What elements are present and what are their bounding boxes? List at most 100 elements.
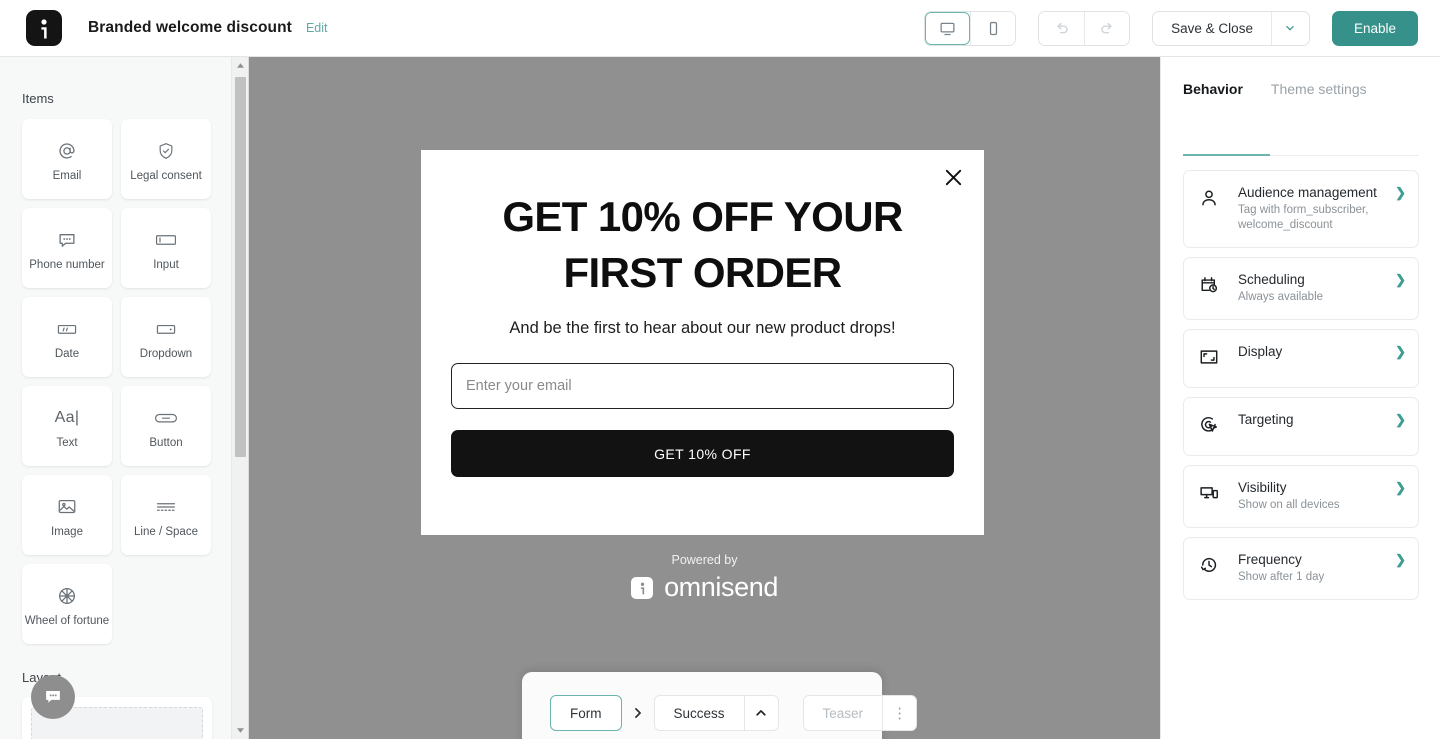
tab-form[interactable]: Form	[550, 695, 622, 731]
item-button[interactable]: Button	[121, 386, 211, 466]
omnisend-brand: omnisend	[631, 572, 778, 603]
close-icon[interactable]	[938, 162, 968, 192]
desktop-icon[interactable]	[925, 11, 971, 45]
tab-theme-settings[interactable]: Theme settings	[1271, 81, 1367, 110]
behavior-card-text: Frequency Show after 1 day	[1238, 552, 1406, 585]
behavior-card-text: Scheduling Always available	[1238, 272, 1406, 305]
settings-tabs: Behavior Theme settings	[1183, 81, 1440, 110]
email-field[interactable]: Enter your email	[451, 363, 954, 409]
chevron-down-icon[interactable]	[1270, 11, 1309, 45]
item-image[interactable]: Image	[22, 475, 112, 555]
chat-bubble-icon[interactable]	[31, 675, 75, 719]
item-date[interactable]: Date	[22, 297, 112, 377]
tab-teaser[interactable]: Teaser	[802, 695, 883, 731]
item-input[interactable]: Input	[121, 208, 211, 288]
device-preview-toggle	[924, 10, 1017, 46]
top-toolbar-actions: Save & Close Enable	[924, 10, 1418, 46]
item-email[interactable]: Email	[22, 119, 112, 199]
scroll-down-arrow-icon[interactable]	[232, 722, 249, 739]
item-label: Image	[51, 525, 83, 538]
tab-behavior[interactable]: Behavior	[1183, 81, 1243, 110]
powered-by-omnisend: Powered by omnisend	[249, 553, 1160, 603]
chevron-right-icon[interactable]: ❯	[1395, 552, 1406, 568]
submit-button[interactable]: GET 10% OFF	[451, 430, 954, 477]
behavior-card-title: Visibility	[1238, 480, 1287, 495]
mobile-icon[interactable]	[970, 11, 1016, 45]
person-icon	[1198, 185, 1238, 233]
tab-success[interactable]: Success	[653, 695, 744, 731]
behavior-card-display[interactable]: Display ❯	[1183, 329, 1419, 388]
item-label: Line / Space	[134, 525, 198, 538]
enable-button[interactable]: Enable	[1331, 10, 1418, 46]
omnisend-logo-icon	[631, 576, 654, 599]
item-text[interactable]: Aa| Text	[22, 386, 112, 466]
item-dropdown[interactable]: Dropdown	[121, 297, 211, 377]
behavior-card-list: Audience management Tag with form_subscr…	[1183, 170, 1419, 609]
item-label: Email	[52, 169, 82, 182]
behavior-card-subtitle: Tag with form_subscriber, welcome_discou…	[1238, 204, 1369, 231]
right-settings-panel: Behavior Theme settings Audience managem…	[1160, 57, 1440, 739]
chevron-right-icon[interactable]: ❯	[1395, 185, 1406, 201]
popup-subtext[interactable]: And be the first to hear about our new p…	[451, 319, 954, 338]
behavior-card-text: Visibility Show on all devices	[1238, 480, 1406, 513]
aa-glyph: Aa|	[54, 408, 80, 426]
behavior-card-title: Display	[1238, 344, 1283, 359]
item-line-space[interactable]: Line / Space	[121, 475, 211, 555]
chevron-up-icon[interactable]	[743, 695, 779, 731]
behavior-card-visibility[interactable]: Visibility Show on all devices ❯	[1183, 465, 1419, 528]
chevron-right-icon[interactable]: ❯	[1395, 480, 1406, 496]
left-items-panel: Items Email Legal consent Phone number I…	[0, 57, 232, 739]
shield-check-icon	[156, 138, 176, 164]
active-tab-underline	[1183, 154, 1270, 156]
behavior-card-targeting[interactable]: Targeting ❯	[1183, 397, 1419, 456]
display-frame-icon	[1198, 344, 1238, 373]
behavior-card-subtitle: Always available	[1238, 291, 1324, 303]
chevron-right-icon[interactable]: ❯	[1395, 412, 1406, 428]
history-controls	[1038, 10, 1131, 46]
more-vertical-icon[interactable]: ⋮	[882, 695, 918, 731]
behavior-card-subtitle: Show after 1 day	[1238, 571, 1325, 583]
scrollbar-thumb[interactable]	[235, 77, 246, 457]
message-bubble-icon	[56, 227, 78, 253]
item-wheel-of-fortune[interactable]: Wheel of fortune	[22, 564, 112, 644]
app-root: Branded welcome discount Edit Save & Clo…	[0, 0, 1440, 739]
image-icon	[56, 494, 78, 520]
powered-by-label: Powered by	[671, 553, 738, 567]
item-label: Phone number	[29, 258, 105, 271]
popup-form: GET 10% OFF YOUR FIRST ORDER And be the …	[421, 150, 984, 535]
item-phone-number[interactable]: Phone number	[22, 208, 112, 288]
behavior-card-title: Targeting	[1238, 412, 1294, 427]
teaser-combo: Teaser ⋮	[802, 695, 918, 731]
omnisend-logo-icon[interactable]	[26, 10, 62, 46]
undo-icon[interactable]	[1039, 11, 1085, 45]
behavior-card-scheduling[interactable]: Scheduling Always available ❯	[1183, 257, 1419, 320]
item-legal-consent[interactable]: Legal consent	[121, 119, 211, 199]
save-and-close-button[interactable]: Save & Close	[1153, 12, 1271, 45]
item-label: Dropdown	[139, 347, 193, 360]
scroll-up-arrow-icon[interactable]	[232, 57, 249, 74]
calendar-clock-icon	[1198, 272, 1238, 305]
step-toolbar: Form Success Teaser ⋮	[522, 672, 918, 739]
behavior-card-audience-management[interactable]: Audience management Tag with form_subscr…	[1183, 170, 1419, 248]
item-label: Legal consent	[130, 169, 202, 182]
chevron-right-icon[interactable]: ❯	[1395, 344, 1406, 360]
behavior-card-title: Frequency	[1238, 552, 1302, 567]
item-label: Text	[56, 436, 78, 449]
wheel-of-fortune-icon	[56, 583, 78, 609]
behavior-card-frequency[interactable]: Frequency Show after 1 day ❯	[1183, 537, 1419, 600]
save-split-button: Save & Close	[1152, 10, 1310, 46]
behavior-card-text: Audience management Tag with form_subscr…	[1238, 185, 1406, 233]
redo-icon[interactable]	[1084, 11, 1130, 45]
edit-title-link[interactable]: Edit	[306, 21, 328, 35]
chevron-right-icon	[622, 707, 654, 719]
dropdown-icon	[154, 316, 178, 342]
chevron-right-icon[interactable]: ❯	[1395, 272, 1406, 288]
popup-headline[interactable]: GET 10% OFF YOUR FIRST ORDER	[459, 189, 946, 301]
button-pill-icon	[153, 405, 179, 431]
left-panel-scrollbar[interactable]	[232, 57, 249, 739]
date-field-icon	[55, 316, 79, 342]
success-step-combo: Success	[653, 695, 779, 731]
omnisend-logo-glyph	[41, 19, 47, 39]
at-sign-icon	[56, 138, 78, 164]
behavior-card-text: Display	[1238, 344, 1406, 373]
